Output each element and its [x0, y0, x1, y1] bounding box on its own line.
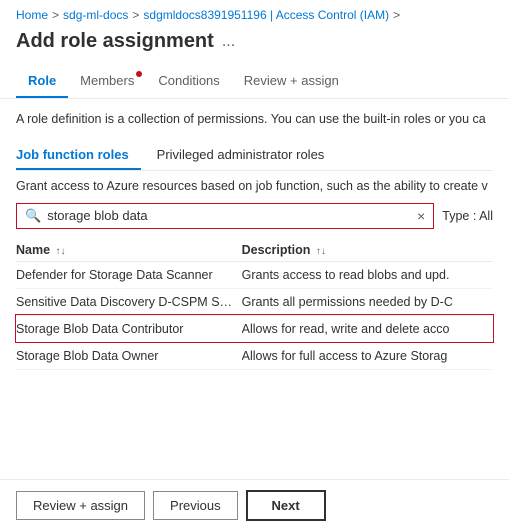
search-input[interactable] — [47, 208, 411, 223]
table-row[interactable]: Defender for Storage Data Scanner Grants… — [16, 261, 493, 288]
row-description: Grants access to read blobs and upd. — [242, 261, 493, 288]
table-row-highlighted[interactable]: Storage Blob Data Contributor Allows for… — [16, 315, 493, 342]
breadcrumb: Home > sdg-ml-docs > sdgmldocs8391951196… — [0, 0, 509, 26]
breadcrumb-sep-1: > — [52, 8, 59, 22]
search-box[interactable]: 🔍 × — [16, 203, 434, 229]
members-dot — [136, 71, 142, 77]
table-row[interactable]: Sensitive Data Discovery D-CSPM Scanner … — [16, 288, 493, 315]
breadcrumb-sdg-ml-docs[interactable]: sdg-ml-docs — [63, 8, 128, 22]
content-area: A role definition is a collection of per… — [0, 99, 509, 382]
tab-conditions[interactable]: Conditions — [146, 65, 231, 98]
row-name: Sensitive Data Discovery D-CSPM Scanner … — [16, 288, 242, 315]
search-row: 🔍 × Type : All — [16, 203, 493, 229]
review-assign-button[interactable]: Review + assign — [16, 491, 145, 520]
sub-tab-bar: Job function roles Privileged administra… — [16, 141, 493, 171]
sub-description: Grant access to Azure resources based on… — [16, 179, 493, 193]
previous-button[interactable]: Previous — [153, 491, 238, 520]
row-description: Allows for read, write and delete acco — [242, 315, 493, 342]
row-name: Storage Blob Data Contributor — [16, 315, 242, 342]
breadcrumb-iam[interactable]: sdgmldocs8391951196 | Access Control (IA… — [143, 8, 389, 22]
breadcrumb-sep-2: > — [132, 8, 139, 22]
sub-tab-job-function[interactable]: Job function roles — [16, 141, 141, 170]
page-title: Add role assignment — [16, 30, 214, 53]
tab-bar: Role Members Conditions Review + assign — [0, 65, 509, 99]
page-title-ellipsis[interactable]: ... — [222, 33, 235, 51]
row-description: Grants all permissions needed by D-C — [242, 288, 493, 315]
type-filter-label: Type : All — [442, 209, 493, 223]
sub-tab-privileged-admin[interactable]: Privileged administrator roles — [157, 141, 337, 170]
search-clear-icon[interactable]: × — [417, 208, 425, 224]
search-icon: 🔍 — [25, 208, 41, 224]
role-description: A role definition is a collection of per… — [16, 111, 493, 129]
name-sort-icon[interactable]: ↑↓ — [56, 246, 66, 257]
row-description: Allows for full access to Azure Storag — [242, 342, 493, 369]
footer: Review + assign Previous Next — [0, 479, 509, 531]
roles-table: Name ↑↓ Description ↑↓ Defender for Stor… — [16, 239, 493, 370]
breadcrumb-home[interactable]: Home — [16, 8, 48, 22]
description-sort-icon[interactable]: ↑↓ — [316, 246, 326, 257]
col-header-name: Name ↑↓ — [16, 239, 242, 262]
breadcrumb-sep-3: > — [393, 8, 400, 22]
tab-role[interactable]: Role — [16, 65, 68, 98]
col-header-description: Description ↑↓ — [242, 239, 493, 262]
tab-members[interactable]: Members — [68, 65, 146, 98]
row-name: Defender for Storage Data Scanner — [16, 261, 242, 288]
row-name: Storage Blob Data Owner — [16, 342, 242, 369]
page-title-container: Add role assignment ... — [0, 26, 509, 65]
next-button[interactable]: Next — [246, 490, 326, 521]
tab-review-assign[interactable]: Review + assign — [232, 65, 351, 98]
table-row[interactable]: Storage Blob Data Owner Allows for full … — [16, 342, 493, 369]
